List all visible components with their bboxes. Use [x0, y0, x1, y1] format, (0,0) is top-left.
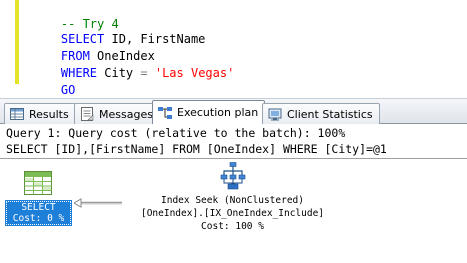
- string-token: 'Las Vegas': [154, 66, 235, 80]
- results-grid-icon: [9, 107, 25, 121]
- plan-separator: [0, 158, 467, 159]
- tab-execution-plan[interactable]: Execution plan: [152, 100, 266, 124]
- tab-client-statistics[interactable]: Client Statistics: [262, 103, 380, 124]
- execution-plan-icon: [157, 106, 173, 120]
- tab-messages[interactable]: Messages: [74, 103, 160, 124]
- code-text: City: [97, 66, 141, 80]
- code-line-1[interactable]: -- Try 4: [32, 0, 119, 31]
- select-node[interactable]: SELECT Cost: 0 %: [5, 200, 72, 226]
- code-line-5[interactable]: GO: [32, 66, 75, 97]
- code-line-2[interactable]: SELECT ID, FirstName: [32, 15, 206, 46]
- code-line-4[interactable]: WHERE City = 'Las Vegas': [32, 49, 234, 80]
- select-node-title: SELECT: [21, 202, 56, 213]
- tab-results-label: Results: [29, 107, 69, 121]
- select-table-icon[interactable]: [24, 171, 52, 195]
- index-seek-cost: Cost: 100 %: [201, 221, 264, 232]
- select-node-cost: Cost: 0 %: [12, 213, 65, 224]
- operator-token: =: [140, 66, 148, 80]
- tab-client-statistics-label: Client Statistics: [287, 107, 373, 121]
- messages-icon: [79, 107, 95, 121]
- code-line-3[interactable]: FROM OneIndex: [32, 32, 155, 63]
- tab-results[interactable]: Results: [4, 103, 76, 124]
- index-seek-object: [OneIndex].[IX_OneIndex_Include]: [140, 208, 325, 219]
- tab-execution-plan-label: Execution plan: [177, 106, 259, 119]
- client-statistics-icon: [267, 107, 283, 121]
- query-sql-text: SELECT [ID],[FirstName] FROM [OneIndex] …: [6, 142, 387, 156]
- change-tracking-bar: [15, 0, 19, 84]
- editor-margin: [0, 0, 14, 98]
- query-cost-header: Query 1: Query cost (relative to the bat…: [6, 126, 346, 140]
- keyword-token: GO: [60, 83, 76, 97]
- data-flow-arrow: [72, 193, 122, 208]
- index-seek-title: Index Seek (NonClustered): [161, 195, 304, 206]
- results-tab-strip: Results Messages Execution plan Client S…: [0, 98, 467, 124]
- tab-messages-label: Messages: [99, 107, 153, 121]
- execution-plan-pane[interactable]: Query 1: Query cost (relative to the bat…: [0, 124, 467, 263]
- sql-editor[interactable]: -- Try 4 SELECT ID, FirstName FROM OneIn…: [0, 0, 467, 98]
- index-seek-icon[interactable]: [218, 162, 248, 190]
